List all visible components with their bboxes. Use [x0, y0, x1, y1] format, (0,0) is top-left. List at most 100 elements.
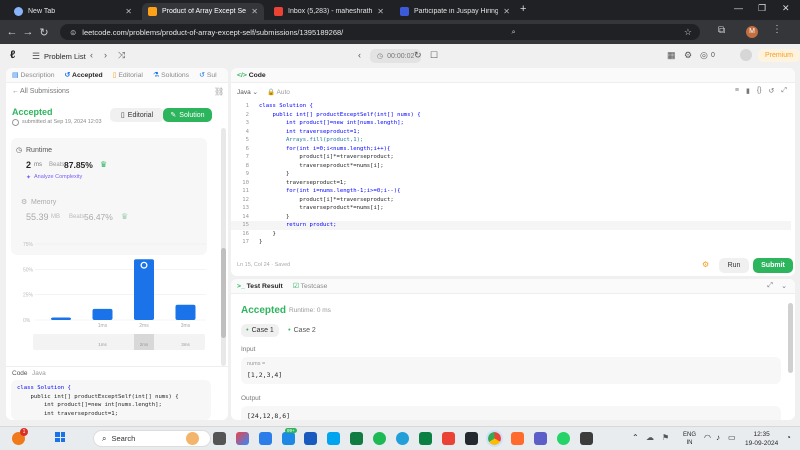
clock[interactable]: 12:35 19-09-2024 — [745, 430, 778, 448]
chrome-icon[interactable] — [486, 430, 503, 447]
premium-button[interactable]: Premium — [758, 49, 800, 62]
tab-description[interactable]: ▤ Description — [12, 71, 55, 79]
browser-tab-gmail[interactable]: Inbox (5,283) - maheshrathinam ✕ — [268, 3, 390, 20]
word-icon[interactable] — [304, 432, 317, 445]
solution-button[interactable]: ✎ Solution — [163, 108, 212, 122]
tab-test-result[interactable]: >_ Test Result — [237, 283, 283, 290]
vscode-icon[interactable] — [580, 432, 593, 445]
tab-testcase[interactable]: ☑ Testcase — [293, 282, 328, 290]
new-tab-button[interactable]: + — [520, 3, 526, 15]
notes-icon[interactable]: ☐ — [430, 50, 438, 61]
battery-icon[interactable]: ▭ — [728, 433, 736, 442]
submit-button[interactable]: Submit — [753, 258, 793, 273]
close-icon[interactable]: ✕ — [251, 7, 258, 16]
tray-chevron-icon[interactable]: ⌃ — [632, 433, 639, 442]
zoom-icon[interactable]: ⌕ — [511, 27, 515, 37]
maximize-button[interactable]: ❐ — [758, 3, 766, 14]
minimize-button[interactable]: — — [734, 3, 743, 13]
tab-accepted[interactable]: ↺ Accepted — [65, 71, 103, 79]
coin-icon: ◎ — [700, 50, 708, 60]
code-preview[interactable]: class Solution { public int[] productExc… — [11, 380, 211, 420]
tab-submissions[interactable]: ↺ Sul — [199, 71, 217, 79]
left-scrollbar[interactable] — [221, 128, 226, 366]
bookmark-icon[interactable]: ▮ — [746, 87, 750, 95]
tab-code[interactable]: </> Code — [237, 72, 266, 79]
auto-mode-toggle[interactable]: 🔒 Auto — [267, 88, 290, 96]
case-2-tab[interactable]: • Case 2 — [283, 324, 321, 337]
reset-icon[interactable]: ↺ — [769, 87, 775, 95]
tray-icon[interactable]: ⚑ — [662, 433, 669, 442]
bookmark-star-icon[interactable]: ☆ — [684, 27, 692, 38]
copilot-mascot-icon[interactable] — [186, 432, 199, 445]
profile-avatar[interactable]: M — [746, 26, 758, 38]
tab-solutions[interactable]: ⚗ Solutions — [153, 71, 189, 79]
memory-card[interactable]: ⚙ Memory 55.39 MB Beats 56.47% ♛ — [11, 192, 207, 232]
braces-icon[interactable]: {} — [757, 87, 762, 95]
file-explorer-icon[interactable] — [259, 432, 272, 445]
format-icon[interactable]: ≡ — [735, 87, 739, 95]
editorial-button[interactable]: ▯ Editorial — [110, 108, 164, 122]
shuffle-icon[interactable]: ⤨ — [118, 50, 125, 61]
browser-tab-leetcode[interactable]: Product of Array Except Self - L ✕ — [142, 3, 264, 20]
whatsapp-icon[interactable] — [557, 432, 570, 445]
extensions-icon[interactable]: ⧉ — [718, 25, 725, 36]
runtime-distribution-chart[interactable]: 75% 50% 25% 0% 1ms 2ms 3ms 1ms 2ms 3ms — [11, 238, 211, 360]
problem-list-link[interactable]: Problem List — [44, 52, 86, 61]
spotify-icon[interactable] — [373, 432, 386, 445]
collapse-icon[interactable]: ⌄ — [781, 282, 787, 290]
case-1-tab[interactable]: • Case 1 — [241, 324, 279, 337]
run-button[interactable]: Run — [719, 258, 749, 273]
fullscreen-icon[interactable]: ⤢ — [781, 87, 787, 95]
back-arrow-icon[interactable]: ← — [4, 26, 20, 38]
layout-icon[interactable]: ▦ — [667, 50, 676, 61]
back-arrow-icon[interactable]: ← — [12, 88, 19, 95]
telegram-icon[interactable] — [396, 432, 409, 445]
reload-icon[interactable]: ↻ — [36, 26, 52, 39]
close-icon[interactable]: ✕ — [503, 7, 510, 16]
reset-timer-icon[interactable]: ↻ — [414, 50, 422, 61]
scrollbar-thumb[interactable] — [221, 248, 226, 338]
copilot-icon[interactable] — [236, 432, 249, 445]
browser-tab-unstop[interactable]: Participate in Juspay Hiring Cha ✕ — [394, 3, 516, 20]
settings-icon[interactable]: ⚙ — [684, 50, 692, 61]
code-line: 14 } — [231, 213, 791, 222]
debug-icon[interactable]: ⚙ — [702, 260, 709, 269]
window-close-button[interactable]: ✕ — [782, 3, 790, 14]
site-info-icon[interactable]: ⊜ — [70, 28, 76, 37]
language-select[interactable]: Java ⌄ — [237, 88, 258, 96]
teams-icon[interactable] — [534, 432, 547, 445]
analyze-complexity-link[interactable]: Analyze Complexity — [34, 174, 82, 180]
wifi-icon[interactable]: ◠ — [704, 433, 711, 442]
address-bar[interactable]: ⊜ leetcode.com/problems/product-of-array… — [60, 24, 700, 40]
browser-tab-new-tab[interactable]: New Tab ✕ — [8, 3, 138, 20]
test-scrollbar[interactable] — [788, 303, 793, 373]
language-indicator[interactable]: ENG IN — [683, 431, 696, 447]
task-view-icon[interactable] — [213, 432, 226, 445]
all-submissions-link[interactable]: All Submissions — [20, 88, 69, 95]
more-menu-icon[interactable]: ⋮ — [772, 24, 782, 35]
app-icon[interactable] — [419, 432, 432, 445]
tray-icon[interactable]: ☁ — [646, 433, 654, 442]
prev-problem-icon[interactable]: ‹ — [90, 50, 93, 60]
share-link-icon[interactable]: ⛓ — [214, 87, 224, 96]
next-problem-icon[interactable]: › — [104, 50, 107, 60]
close-icon[interactable]: ✕ — [377, 7, 384, 16]
brave-icon[interactable] — [511, 432, 524, 445]
opera-icon[interactable] — [442, 432, 455, 445]
excel-icon[interactable] — [350, 432, 363, 445]
windows-start-icon[interactable] — [55, 432, 65, 442]
forward-arrow-icon[interactable]: → — [20, 26, 36, 38]
mail-icon[interactable] — [282, 432, 295, 445]
leetcode-logo-icon[interactable]: ℓ — [10, 49, 15, 61]
expand-icon[interactable]: ⤢ — [767, 282, 773, 290]
code-editor[interactable]: 1 class Solution {2 public int[] productE… — [231, 102, 791, 247]
close-icon[interactable]: ✕ — [125, 7, 132, 16]
timer-left-icon[interactable]: ‹ — [358, 50, 361, 60]
store-icon[interactable] — [327, 432, 340, 445]
github-icon[interactable] — [465, 432, 478, 445]
line-number: 11 — [242, 188, 249, 194]
user-avatar[interactable] — [740, 49, 752, 61]
tab-editorial[interactable]: ▯ Editorial — [113, 71, 143, 79]
speaker-icon[interactable]: ♪ — [716, 433, 720, 442]
notifications-icon[interactable]: ◔ — [786, 433, 791, 442]
